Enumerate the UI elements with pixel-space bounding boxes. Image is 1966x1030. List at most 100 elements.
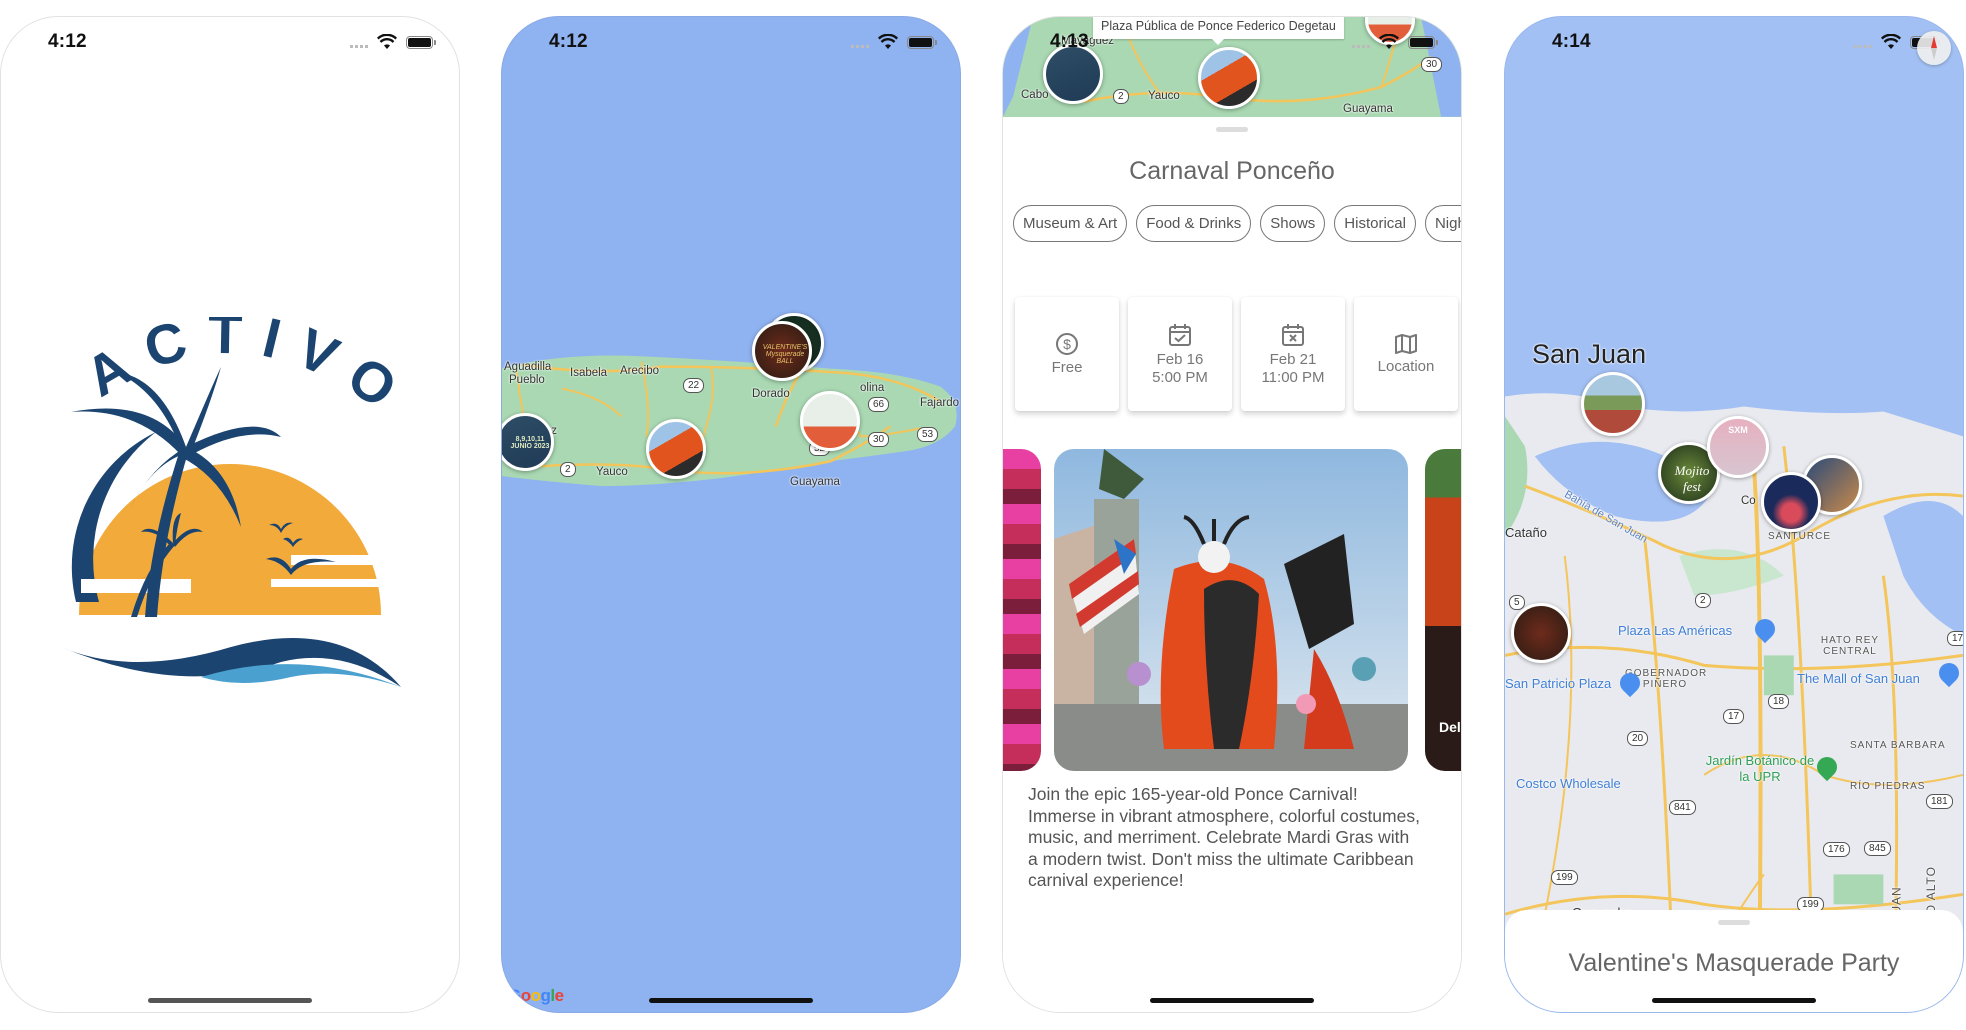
location-callout: Plaza Pública de Ponce Federico Degetau bbox=[1093, 17, 1344, 45]
status-bar: 4:12 bbox=[1, 17, 459, 69]
start-date-card: Feb 16 5:00 PM bbox=[1128, 297, 1232, 411]
san-juan-map-screen: San Juan Cataño Bahía de San Juan Co SAN… bbox=[1504, 16, 1964, 1013]
wifi-icon bbox=[878, 34, 898, 49]
carousel-slide-previous[interactable] bbox=[1003, 449, 1041, 771]
map-view[interactable]: San Juan Cataño Bahía de San Juan Co SAN… bbox=[1505, 17, 1963, 1012]
price-value: Free bbox=[1051, 358, 1083, 376]
map-label: Arecibo bbox=[620, 365, 659, 377]
place-mall-of-san-juan[interactable]: The Mall of San Juan bbox=[1797, 671, 1920, 686]
map-label: Guayama bbox=[1343, 103, 1393, 115]
place-san-patricio-plaza[interactable]: San Patricio Plaza bbox=[1505, 676, 1611, 691]
status-time: 4:14 bbox=[1552, 31, 1591, 52]
event-pin-tree-poster[interactable] bbox=[1761, 472, 1821, 532]
pin-text: SXM bbox=[1728, 425, 1748, 435]
map-label: Yauco bbox=[596, 466, 628, 478]
start-time: 5:00 PM bbox=[1152, 368, 1208, 386]
event-info-cards: $ Free Feb 16 5:00 PM Feb 21 11:00 PM Lo… bbox=[1015, 297, 1461, 411]
event-pin-festival-crowd[interactable] bbox=[1581, 372, 1645, 436]
battery-icon bbox=[907, 36, 937, 49]
place-plaza-las-americas[interactable]: Plaza Las Américas bbox=[1618, 623, 1732, 638]
google-logo: Google bbox=[508, 986, 564, 1005]
end-date-card: Feb 21 11:00 PM bbox=[1241, 297, 1345, 411]
sheet-grabber[interactable] bbox=[1216, 127, 1248, 132]
place-costco-wholesale[interactable]: Costco Wholesale bbox=[1516, 776, 1621, 791]
event-detail-screen: Mayagüez Cabo Yauco Guayama 2 30 Plaza P… bbox=[1002, 16, 1462, 1013]
event-pin-carnaval-ponceno[interactable] bbox=[646, 419, 706, 479]
route-shield: 2 bbox=[560, 462, 576, 477]
splash-screen: 4:12 ACTIVO bbox=[0, 16, 460, 1013]
route-shield: 53 bbox=[917, 427, 939, 442]
route-shield: 17 bbox=[1723, 709, 1745, 724]
map-label: Guayama bbox=[790, 476, 840, 488]
route-shield: 17 bbox=[1947, 631, 1963, 646]
home-indicator[interactable] bbox=[148, 998, 312, 1003]
dollar-icon: $ bbox=[1056, 332, 1078, 355]
compass-icon[interactable] bbox=[1917, 31, 1951, 65]
map-label: Dorado bbox=[752, 388, 790, 400]
signal-icon bbox=[350, 45, 370, 48]
status-time: 4:13 bbox=[1050, 31, 1089, 52]
sheet-grabber[interactable] bbox=[1718, 920, 1750, 925]
start-date: Feb 16 bbox=[1156, 350, 1204, 368]
map-label: SANTA BARBARA bbox=[1850, 740, 1946, 751]
route-shield: 176 bbox=[1823, 842, 1850, 857]
island-shape bbox=[502, 355, 957, 487]
chip-historical[interactable]: Historical bbox=[1334, 205, 1416, 242]
carousel-slide-current[interactable] bbox=[1054, 449, 1408, 771]
route-shield: 66 bbox=[868, 397, 890, 412]
next-slide-text: Del bbox=[1439, 719, 1461, 735]
map-label: Cataño bbox=[1505, 525, 1547, 540]
event-detail-sheet: Carnaval Ponceño Museum & Art Food & Dri… bbox=[1003, 117, 1461, 1012]
svg-text:$: $ bbox=[1063, 336, 1071, 352]
map-label: Yauco bbox=[1148, 90, 1180, 102]
map-label: Isabela bbox=[570, 367, 608, 379]
event-description: Join the epic 165-year-old Ponce Carniva… bbox=[1028, 784, 1420, 890]
home-indicator[interactable] bbox=[1652, 998, 1816, 1003]
city-label-san-juan: San Juan bbox=[1532, 339, 1647, 369]
map-label: RÍO PIEDRAS bbox=[1850, 781, 1926, 792]
event-pin-sxm[interactable]: SXM bbox=[1707, 416, 1769, 478]
map-label: Cabo bbox=[1021, 89, 1049, 101]
category-chips: Museum & Art Food & Drinks Shows Histori… bbox=[1013, 205, 1461, 242]
place-jardin-botanico[interactable]: Jardín Botánico de la UPR bbox=[1705, 753, 1815, 785]
battery-icon bbox=[1408, 36, 1438, 49]
map-label: Pueblo bbox=[509, 374, 545, 386]
carousel-slide-next[interactable]: Del bbox=[1425, 449, 1461, 771]
battery-icon bbox=[406, 36, 436, 49]
route-shield: 30 bbox=[868, 432, 890, 447]
pin-text: VALENTINE'S Mysquerade BALL bbox=[762, 344, 808, 365]
location-label: Location bbox=[1377, 357, 1435, 375]
status-bar: 4:14 bbox=[1505, 17, 1963, 69]
chip-shows[interactable]: Shows bbox=[1260, 205, 1326, 242]
event-pin-coral[interactable] bbox=[800, 391, 860, 451]
route-shield: 199 bbox=[1551, 870, 1578, 885]
home-indicator[interactable] bbox=[649, 998, 813, 1003]
route-shield: 841 bbox=[1669, 800, 1696, 815]
price-card: $ Free bbox=[1015, 297, 1119, 411]
chip-nightlife[interactable]: Nightlife bbox=[1424, 205, 1461, 242]
pin-text: 8,9,10,11 JUNIO 2023 bbox=[510, 436, 550, 450]
event-pin-valentines-masquerade[interactable]: VALENTINE'S Mysquerade BALL bbox=[752, 321, 812, 381]
image-carousel[interactable]: Del bbox=[1003, 449, 1461, 771]
route-shield: 18 bbox=[1768, 694, 1790, 709]
map-label: Aguadilla bbox=[504, 361, 552, 373]
wifi-icon bbox=[1379, 34, 1399, 49]
carnival-photo bbox=[1054, 449, 1408, 771]
route-shield: 5 bbox=[1509, 595, 1525, 610]
route-shield: 20 bbox=[1627, 731, 1649, 746]
location-card[interactable]: Location bbox=[1354, 297, 1458, 411]
route-shield: 2 bbox=[1113, 89, 1129, 104]
signal-icon bbox=[1352, 45, 1372, 48]
chip-food-drinks[interactable]: Food & Drinks bbox=[1136, 205, 1252, 242]
status-time: 4:12 bbox=[48, 31, 87, 52]
map-label: Fajardo bbox=[920, 397, 959, 409]
event-preview-sheet[interactable]: Valentine's Masquerade Party bbox=[1505, 910, 1963, 1012]
event-pin-valentines-masquerade[interactable] bbox=[1511, 603, 1571, 663]
map-view[interactable]: Aguadilla Pueblo Isabela Arecibo Dorado … bbox=[502, 17, 960, 1012]
wifi-icon bbox=[377, 34, 397, 49]
chip-museum-art[interactable]: Museum & Art bbox=[1013, 205, 1128, 242]
map-icon bbox=[1395, 333, 1417, 354]
home-indicator[interactable] bbox=[1150, 998, 1314, 1003]
san-juan-land bbox=[1505, 393, 1963, 1011]
event-title: Valentine's Masquerade Party bbox=[1568, 949, 1900, 977]
